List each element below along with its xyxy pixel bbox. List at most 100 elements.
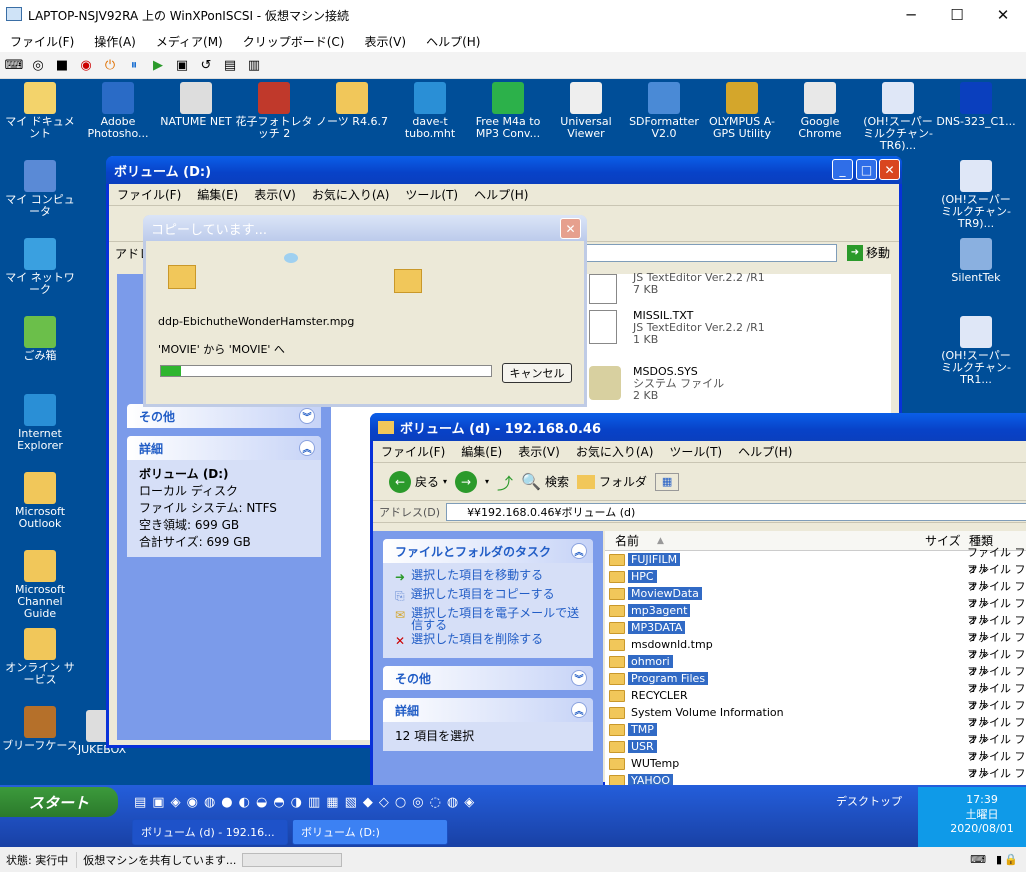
table-row[interactable]: RECYCLER ファイル フォル <box>605 682 1026 711</box>
views-icon[interactable]: ▦ <box>655 472 680 491</box>
table-row[interactable]: Program Files ファイル フォル <box>605 665 1026 694</box>
menu-item[interactable]: 表示(V) <box>246 186 304 203</box>
task-link[interactable]: ✕ 選択した項目を削除する <box>395 633 581 650</box>
quick-launch-icon[interactable]: ▣ <box>152 795 164 810</box>
host-menu-item[interactable]: クリップボード(C) <box>233 33 355 50</box>
host-menu-item[interactable]: 操作(A) <box>84 33 146 50</box>
taskbar-task-volume-net[interactable]: ボリューム (d) - 192.16... <box>132 819 288 845</box>
task-link[interactable]: ✉ 選択した項目を電子メールで送信する <box>395 607 581 631</box>
table-row[interactable]: HPC ファイル フォル <box>605 563 1026 592</box>
close-button[interactable]: ✕ <box>879 159 900 180</box>
quick-launch-icon[interactable]: ◐ <box>239 795 250 810</box>
quick-launch-icon[interactable]: ◍ <box>447 795 458 810</box>
folders-button[interactable]: フォルダ <box>577 473 647 490</box>
desktop-icon[interactable]: Free M4a to MP3 Conv... <box>468 82 548 140</box>
desktop-icon[interactable]: マイ ドキュメント <box>0 82 80 140</box>
quick-launch-icon[interactable]: ◒ <box>256 795 267 810</box>
desktop-icon[interactable]: dave-t tubo.mht <box>390 82 470 140</box>
close-button[interactable]: ✕ <box>980 0 1026 30</box>
start-button[interactable]: スタート <box>0 787 118 817</box>
menu-item[interactable]: お気に入り(A) <box>568 443 662 460</box>
desktop-icon[interactable]: ノーツ R4.6.7 <box>312 82 392 128</box>
host-menu-item[interactable]: ヘルプ(H) <box>416 33 490 50</box>
menu-item[interactable]: お気に入り(A) <box>304 186 398 203</box>
desktop-icon[interactable]: SDFormatter V2.0 <box>624 82 704 140</box>
table-row[interactable]: TMP ファイル フォル <box>605 716 1026 745</box>
table-row[interactable]: USR ファイル フォル <box>605 733 1026 762</box>
back-button[interactable]: ← 戻る ▾ <box>389 470 447 493</box>
power-icon[interactable]: ⏻ <box>100 55 120 75</box>
copy-dialog-titlebar[interactable]: コピーしています... <box>143 215 587 241</box>
desktop-icon[interactable]: Internet Explorer <box>0 394 80 452</box>
table-row[interactable]: FUJIFILM ファイル フォル <box>605 546 1026 575</box>
volume-d-titlebar[interactable]: ボリューム (D:) <box>106 156 902 184</box>
maximize-button[interactable]: □ <box>856 159 877 180</box>
desktop-icon[interactable]: オンライン サービス <box>0 628 80 686</box>
table-row[interactable]: WUTemp ファイル フォル <box>605 750 1026 779</box>
quick-launch-icon[interactable]: ● <box>221 795 232 810</box>
share-icon[interactable]: ▥ <box>244 55 264 75</box>
task-link[interactable]: ⎘ 選択した項目をコピーする <box>395 588 581 605</box>
table-row[interactable]: mp3agent ファイル フォル <box>605 597 1026 626</box>
task-link[interactable]: ➜ 選択した項目を移動する <box>395 569 581 586</box>
task-panel-header[interactable]: ファイルとフォルダのタスク ︽ <box>383 539 593 563</box>
column-size[interactable]: サイズ <box>925 532 961 549</box>
search-button[interactable]: 🔍 検索 <box>521 472 569 491</box>
quick-launch-icon[interactable]: ◉ <box>187 795 198 810</box>
desktop-icon[interactable]: (OH!スーパーミルクチャン-TR6)... <box>858 82 938 152</box>
maximize-button[interactable]: ☐ <box>934 0 980 30</box>
taskbar-task-volume-d[interactable]: ボリューム (D:) <box>292 819 448 845</box>
quick-launch-icon[interactable]: ◎ <box>412 795 423 810</box>
chevron-up-icon[interactable]: ︽ <box>299 440 315 456</box>
quick-launch-icon[interactable]: ◆ <box>363 795 373 810</box>
forward-button[interactable]: → <box>455 470 478 493</box>
start-icon[interactable]: ◎ <box>28 55 48 75</box>
menu-item[interactable]: 表示(V) <box>510 443 568 460</box>
chevron-up-icon[interactable]: ︽ <box>571 543 587 559</box>
quick-launch-icon[interactable]: ▦ <box>326 795 338 810</box>
chevron-up-icon[interactable]: ︽ <box>571 702 587 718</box>
host-menu-item[interactable]: 表示(V) <box>355 33 417 50</box>
menu-item[interactable]: ファイル(F) <box>109 186 189 203</box>
table-row[interactable]: ohmori ファイル フォル <box>605 648 1026 677</box>
desktop-icon[interactable]: Microsoft Channel Guide <box>0 550 80 620</box>
desktop-icon[interactable]: マイ コンピュータ <box>0 160 80 218</box>
desktop-icon[interactable]: マイ ネットワーク <box>0 238 80 296</box>
resume-icon[interactable]: ▶ <box>148 55 168 75</box>
menu-item[interactable]: ファイル(F) <box>373 443 453 460</box>
menu-item[interactable]: ツール(T) <box>397 186 466 203</box>
table-row[interactable]: msdownld.tmp ファイル フォル <box>605 631 1026 660</box>
checkpoint-icon[interactable]: ▣ <box>172 55 192 75</box>
desktop-icon[interactable]: (OH!スーパーミルクチャン-TR1... <box>936 316 1016 386</box>
detail-panel-header[interactable]: 詳細 ︽ <box>383 698 593 722</box>
menu-item[interactable]: ツール(T) <box>661 443 730 460</box>
minimize-button[interactable]: _ <box>832 159 853 180</box>
address-input[interactable] <box>585 244 837 262</box>
pause-icon[interactable]: ⏸ <box>124 55 144 75</box>
desktop-icon[interactable]: ごみ箱 <box>0 316 80 362</box>
table-row[interactable]: MoviewData ファイル フォル <box>605 580 1026 609</box>
desktop-icon[interactable]: OLYMPUS A-GPS Utility <box>702 82 782 140</box>
quick-launch-icon[interactable]: ◍ <box>204 795 215 810</box>
column-name[interactable]: 名前 <box>615 532 639 549</box>
clock-time[interactable]: 17:39 <box>918 787 1026 806</box>
menu-item[interactable]: ヘルプ(H) <box>466 186 536 203</box>
enhanced-session-icon[interactable]: ▤ <box>220 55 240 75</box>
host-menu-item[interactable]: メディア(M) <box>146 33 233 50</box>
menu-item[interactable]: 編集(E) <box>453 443 510 460</box>
desktop-toolbar-label[interactable]: デスクトップ <box>836 793 902 809</box>
desktop-icon[interactable]: 花子フォトレタッチ 2 <box>234 82 314 140</box>
chevron-down-icon[interactable]: ︾ <box>571 670 587 686</box>
up-folder-icon[interactable]: ⤴ <box>497 470 513 494</box>
desktop-icon[interactable]: SilentTek <box>936 238 1016 284</box>
other-panel-header[interactable]: その他 ︾ <box>127 404 321 428</box>
shutdown-icon[interactable]: ◉ <box>76 55 96 75</box>
detail-panel-header[interactable]: 詳細 ︽ <box>127 436 321 460</box>
quick-launch-icon[interactable]: ◇ <box>379 795 389 810</box>
desktop-icon[interactable]: Microsoft Outlook <box>0 472 80 530</box>
chevron-down-icon[interactable]: ▾ <box>485 477 489 486</box>
volume-net-titlebar[interactable]: ボリューム (d) - 192.168.0.46 <box>370 413 1026 441</box>
table-row[interactable]: System Volume Information ファイル フォル <box>605 699 1026 728</box>
chevron-down-icon[interactable]: ︾ <box>299 408 315 424</box>
minimize-button[interactable]: ─ <box>888 0 934 30</box>
